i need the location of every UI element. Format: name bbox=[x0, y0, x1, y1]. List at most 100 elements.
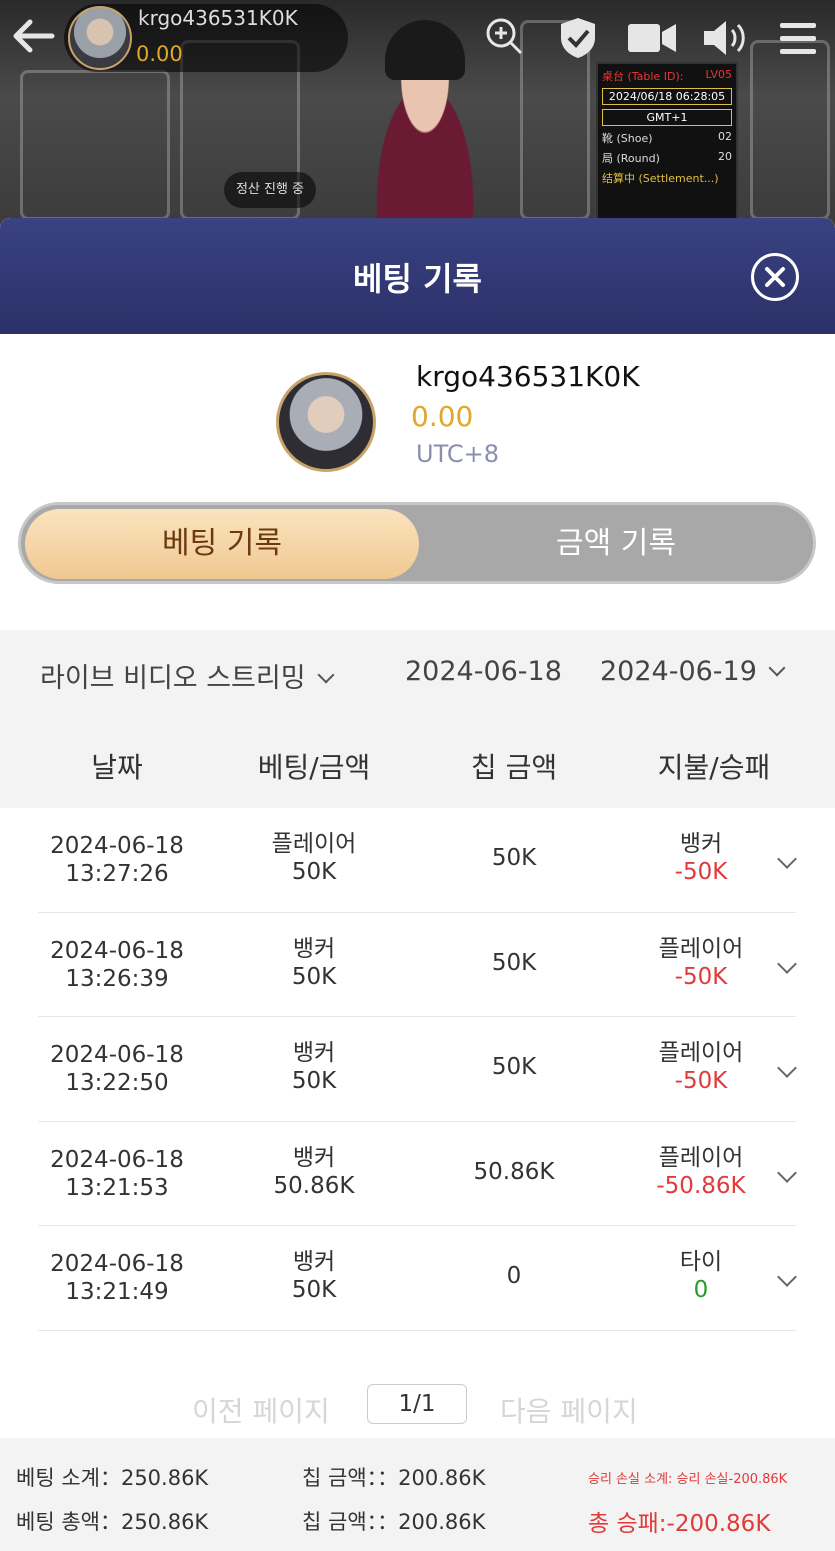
chevron-down-icon[interactable] bbox=[777, 1162, 797, 1183]
bet-table: 2024-06-18 13:27:26 플레이어 50K 50K 뱅커 -50K 20… bbox=[38, 808, 797, 1331]
avatar bbox=[276, 372, 376, 472]
table-row[interactable]: 2024-06-18 13:26:39 뱅커 50K 50K 플레이어 -50K bbox=[38, 913, 797, 1017]
chip-subtotal: 칩 금액：：200.86K bbox=[302, 1466, 486, 1490]
row-result-side: 뱅커 bbox=[679, 831, 723, 857]
row-date-day: 2024-06-18 bbox=[50, 1042, 184, 1068]
profile-balance: 0.00 bbox=[411, 400, 474, 433]
row-date-time: 13:22:50 bbox=[65, 1070, 169, 1096]
record-tabs: 베팅 기록 금액 기록 bbox=[18, 502, 816, 584]
next-page-button[interactable]: 다음 페이지 bbox=[500, 1390, 638, 1430]
round-value: 20 bbox=[718, 150, 732, 163]
page-indicator: 1/1 bbox=[367, 1384, 467, 1424]
row-date-day: 2024-06-18 bbox=[50, 937, 184, 964]
row-date: 2024-06-18 13:21:53 bbox=[38, 1146, 196, 1202]
chip-total: 칩 금액：：200.86K bbox=[302, 1510, 486, 1534]
shoe-label: 靴 (Shoe) bbox=[602, 132, 653, 145]
table-row[interactable]: 2024-06-18 13:27:26 플레이어 50K 50K 뱅커 -50K bbox=[38, 808, 797, 913]
table-row[interactable]: 2024-06-18 13:21:49 뱅커 50K 0 타이 0 bbox=[38, 1226, 797, 1331]
row-bet: 뱅커 50K bbox=[234, 1248, 394, 1304]
summary-section: 베팅 소계：250.86K 칩 금액：：200.86K 승리 손실 소계: 승리… bbox=[0, 1438, 835, 1551]
row-date-day: 2024-06-18 bbox=[50, 1146, 184, 1173]
chevron-down-icon bbox=[768, 659, 786, 677]
row-chip: 50K bbox=[491, 949, 537, 976]
prev-page-button[interactable]: 이전 페이지 bbox=[192, 1390, 330, 1430]
row-bet-side: 뱅커 bbox=[292, 1249, 336, 1275]
row-date: 2024-06-18 13:26:39 bbox=[38, 937, 196, 993]
topbar-avatar[interactable] bbox=[68, 6, 132, 70]
speaker-icon[interactable] bbox=[700, 18, 748, 62]
video-camera-icon[interactable] bbox=[626, 20, 678, 60]
row-bet-side: 뱅커 bbox=[292, 935, 336, 962]
row-date: 2024-06-18 13:27:26 bbox=[38, 832, 196, 888]
chevron-down-icon bbox=[317, 666, 335, 684]
row-result-amount: 0 bbox=[693, 1277, 709, 1303]
date-to-dropdown[interactable]: 2024-06-19 bbox=[600, 656, 786, 687]
profile-section: krgo436531K0K 0.00 UTC+8 bbox=[0, 334, 835, 504]
row-date-time: 13:26:39 bbox=[65, 965, 169, 992]
bet-subtotal: 베팅 소계：250.86K bbox=[16, 1466, 209, 1490]
shoe-value: 02 bbox=[718, 130, 732, 143]
shield-check-icon[interactable] bbox=[558, 16, 598, 64]
tab-bet-history[interactable]: 베팅 기록 bbox=[25, 509, 419, 579]
close-button[interactable] bbox=[751, 253, 799, 301]
profile-username: krgo436531K0K bbox=[416, 360, 640, 393]
row-date: 2024-06-18 13:22:50 bbox=[38, 1041, 196, 1097]
row-bet: 뱅커 50K bbox=[234, 1039, 394, 1095]
modal-title: 베팅 기록 bbox=[353, 260, 482, 298]
row-chip: 50.86K bbox=[473, 1158, 555, 1185]
row-date-day: 2024-06-18 bbox=[50, 833, 184, 859]
table-row[interactable]: 2024-06-18 13:21:53 뱅커 50.86K 50.86K 플레이어 -… bbox=[38, 1122, 797, 1226]
pagination: 이전 페이지 1/1 다음 페이지 bbox=[0, 1384, 835, 1434]
tab-amount-history[interactable]: 금액 기록 bbox=[419, 509, 813, 579]
row-result-amount: -50K bbox=[674, 963, 728, 990]
settlement-label: 结算中 (Settlement...) bbox=[602, 172, 719, 185]
row-bet-side: 뱅커 bbox=[292, 1040, 336, 1066]
row-result-amount: -50K bbox=[674, 1068, 728, 1094]
row-bet-amount: 50K bbox=[291, 859, 337, 885]
row-result-side: 플레이어 bbox=[658, 1144, 744, 1171]
table-row[interactable]: 2024-06-18 13:22:50 뱅커 50K 50K 플레이어 -50K bbox=[38, 1017, 797, 1122]
date-to-label: 2024-06-19 bbox=[600, 656, 757, 687]
column-header-date: 날짜 bbox=[91, 751, 143, 784]
row-chip: 50K bbox=[491, 1054, 537, 1080]
chevron-down-icon[interactable] bbox=[777, 849, 797, 869]
game-type-label: 라이브 비디오 스트리밍 bbox=[40, 663, 306, 694]
settlement-status-badge: 정산 진행 중 bbox=[224, 172, 316, 208]
table-decoration bbox=[20, 70, 170, 220]
bet-history-modal: 베팅 기록 krgo436531K0K 0.00 UTC+8 베팅 기록 금액 … bbox=[0, 218, 835, 1551]
row-payout: 플레이어 -50K bbox=[622, 935, 780, 991]
row-result-side: 타이 bbox=[679, 1249, 723, 1275]
chevron-down-icon[interactable] bbox=[777, 953, 797, 974]
bet-total: 베팅 총액：250.86K bbox=[16, 1510, 209, 1534]
row-bet-amount: 50K bbox=[291, 1068, 337, 1094]
row-bet: 플레이어 50K bbox=[234, 830, 394, 886]
round-label: 局 (Round) bbox=[602, 152, 660, 165]
row-bet: 뱅커 50K bbox=[234, 935, 394, 991]
row-date-day: 2024-06-18 bbox=[50, 1251, 184, 1277]
row-date-time: 13:21:49 bbox=[65, 1279, 169, 1305]
row-result-side: 플레이어 bbox=[658, 1040, 744, 1066]
winloss-total: 총 승패:-200.86K bbox=[588, 1511, 771, 1537]
back-arrow-icon[interactable] bbox=[12, 18, 56, 58]
row-date-time: 13:27:26 bbox=[65, 861, 169, 887]
row-bet-amount: 50K bbox=[291, 963, 337, 990]
chevron-down-icon[interactable] bbox=[777, 1058, 797, 1078]
chevron-down-icon[interactable] bbox=[777, 1267, 797, 1287]
table-decoration bbox=[750, 40, 830, 220]
row-date-time: 13:21:53 bbox=[65, 1174, 169, 1201]
topbar-username: krgo436531K0K bbox=[138, 6, 298, 30]
table-info-panel: 桌台 (Table ID): LV05 2024/06/18 06:28:05 G… bbox=[596, 62, 738, 220]
table-id: LV05 bbox=[705, 68, 732, 81]
row-bet-amount: 50.86K bbox=[273, 1172, 355, 1199]
row-result-amount: -50.86K bbox=[656, 1172, 746, 1199]
topbar-balance: 0.00 bbox=[136, 42, 183, 66]
column-header-bet-amount: 베팅/금액 bbox=[257, 751, 371, 784]
menu-icon[interactable] bbox=[778, 20, 818, 60]
zoom-in-icon[interactable] bbox=[484, 16, 524, 60]
table-timezone: GMT+1 bbox=[602, 109, 732, 126]
modal-header: 베팅 기록 bbox=[0, 218, 835, 334]
close-icon bbox=[765, 267, 785, 287]
row-result-side: 플레이어 bbox=[658, 935, 744, 962]
date-from-field[interactable]: 2024-06-18 bbox=[405, 656, 562, 687]
game-type-dropdown[interactable]: 라이브 비디오 스트리밍 bbox=[40, 656, 335, 695]
